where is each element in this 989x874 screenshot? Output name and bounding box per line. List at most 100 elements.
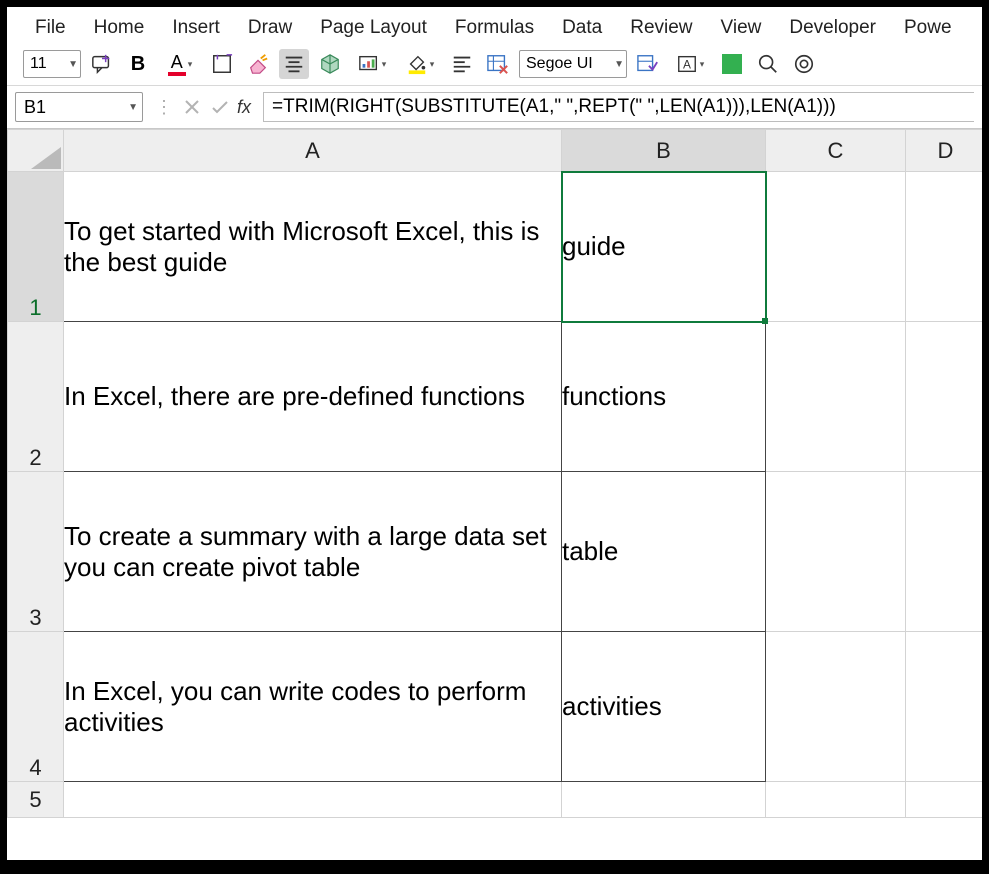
font-size-select[interactable]: 11 ▼ (23, 50, 81, 78)
cell-d4[interactable] (906, 632, 983, 782)
chevron-down-icon: ▾ (188, 59, 193, 70)
cube-icon (319, 53, 341, 75)
menu-developer[interactable]: Developer (789, 17, 876, 39)
chevron-down-icon: ▾ (700, 59, 705, 70)
fill-color-button[interactable]: ▾ (399, 49, 441, 79)
3d-model-button[interactable] (315, 49, 345, 79)
chevron-down-icon: ▼ (128, 102, 138, 113)
x-icon (184, 99, 200, 115)
align-center-icon (283, 53, 305, 75)
cell-b5[interactable] (562, 782, 766, 818)
row-header-2[interactable]: 2 (8, 322, 64, 472)
color-swatch-icon (722, 54, 742, 74)
cancel-formula-button[interactable] (179, 93, 205, 121)
align-left-button[interactable] (447, 49, 477, 79)
cell-a5[interactable] (64, 782, 562, 818)
cell-d5[interactable] (906, 782, 983, 818)
chevron-down-icon: ▼ (614, 59, 624, 70)
excel-app: File Home Insert Draw Page Layout Formul… (7, 7, 982, 860)
chevron-down-icon: ▼ (68, 59, 78, 70)
check-icon (211, 99, 229, 115)
row-header-4[interactable]: 4 (8, 632, 64, 782)
menu-review[interactable]: Review (630, 17, 692, 39)
formula-bar: B1 ▼ ⋮ fx =TRIM(RIGHT(SUBSTITUTE(A1," ",… (7, 86, 982, 129)
font-color-swatch-icon (168, 72, 186, 76)
bold-button[interactable]: B (123, 49, 153, 79)
font-size-value: 11 (30, 55, 47, 73)
spreadsheet-grid[interactable]: A B C D 1 To get started with Microsoft … (7, 129, 982, 860)
row-header-5[interactable]: 5 (8, 782, 64, 818)
menu-power-truncated[interactable]: Powe (904, 17, 952, 39)
toolbar: 11 ▼ B A ▾ (7, 45, 982, 86)
enter-formula-button[interactable] (207, 93, 233, 121)
zoom-button[interactable] (753, 49, 783, 79)
font-name-select[interactable]: Segoe UI ▼ (519, 50, 627, 78)
chevron-down-icon: ▾ (382, 59, 387, 70)
col-header-a[interactable]: A (64, 130, 562, 172)
insert-chart-button[interactable]: ▾ (351, 49, 393, 79)
chevron-down-icon: ▾ (430, 59, 435, 70)
cell-a4[interactable]: In Excel, you can write codes to perform… (64, 632, 562, 782)
paint-bucket-icon (406, 53, 428, 75)
col-header-b[interactable]: B (562, 130, 766, 172)
row-header-3[interactable]: 3 (8, 472, 64, 632)
select-all-corner[interactable] (8, 130, 64, 172)
borders-button[interactable] (207, 49, 237, 79)
cell-a3[interactable]: To create a summary with a large data se… (64, 472, 562, 632)
row-header-1[interactable]: 1 (8, 172, 64, 322)
menu-home[interactable]: Home (94, 17, 145, 39)
cell-b4[interactable]: activities (562, 632, 766, 782)
font-color-label: A (171, 53, 183, 71)
formula-bar-buttons: ⋮ fx (155, 93, 257, 121)
menu-formulas[interactable]: Formulas (455, 17, 534, 39)
insert-circle-button[interactable] (789, 49, 819, 79)
menu-data[interactable]: Data (562, 17, 602, 39)
text-box-button[interactable]: A ▾ (669, 49, 711, 79)
menu-insert[interactable]: Insert (172, 17, 220, 39)
cell-c5[interactable] (766, 782, 906, 818)
record-macro-button[interactable] (633, 49, 663, 79)
shape-fill-button[interactable] (717, 49, 747, 79)
magnifier-icon (757, 53, 779, 75)
fx-label[interactable]: fx (237, 97, 251, 118)
target-circle-icon (793, 53, 815, 75)
svg-text:A: A (683, 58, 691, 72)
align-left-icon (451, 53, 473, 75)
formula-input[interactable]: =TRIM(RIGHT(SUBSTITUTE(A1," ",REPT(" ",L… (263, 92, 974, 122)
cell-c4[interactable] (766, 632, 906, 782)
name-box[interactable]: B1 ▼ (15, 92, 143, 122)
cell-a2[interactable]: In Excel, there are pre-defined function… (64, 322, 562, 472)
cell-c3[interactable] (766, 472, 906, 632)
record-macro-icon (636, 53, 660, 75)
cell-d2[interactable] (906, 322, 983, 472)
cell-b2[interactable]: functions (562, 322, 766, 472)
text-box-icon: A (676, 53, 698, 75)
new-comment-button[interactable] (87, 49, 117, 79)
align-center-button[interactable] (279, 49, 309, 79)
name-box-value: B1 (24, 97, 46, 118)
cell-b1[interactable]: guide (562, 172, 766, 322)
clear-sheet-icon (486, 53, 510, 75)
menu-file[interactable]: File (35, 17, 66, 39)
comment-icon (91, 53, 113, 75)
cell-d1[interactable] (906, 172, 983, 322)
cell-c1[interactable] (766, 172, 906, 322)
chart-icon (358, 53, 380, 75)
formula-text: =TRIM(RIGHT(SUBSTITUTE(A1," ",REPT(" ",L… (272, 96, 836, 118)
clear-button[interactable] (483, 49, 513, 79)
separator-icon: ⋮ (155, 97, 173, 118)
font-name-value: Segoe UI (526, 55, 593, 73)
cell-b3[interactable]: table (562, 472, 766, 632)
cell-a1[interactable]: To get started with Microsoft Excel, thi… (64, 172, 562, 322)
menu-view[interactable]: View (721, 17, 762, 39)
menu-page-layout[interactable]: Page Layout (320, 17, 427, 39)
col-header-c[interactable]: C (766, 130, 906, 172)
menu-draw[interactable]: Draw (248, 17, 292, 39)
font-color-button[interactable]: A ▾ (159, 49, 201, 79)
clear-formatting-button[interactable] (243, 49, 273, 79)
cell-c2[interactable] (766, 322, 906, 472)
col-header-d[interactable]: D (906, 130, 983, 172)
borders-icon (211, 53, 233, 75)
bold-label: B (131, 53, 145, 76)
cell-d3[interactable] (906, 472, 983, 632)
